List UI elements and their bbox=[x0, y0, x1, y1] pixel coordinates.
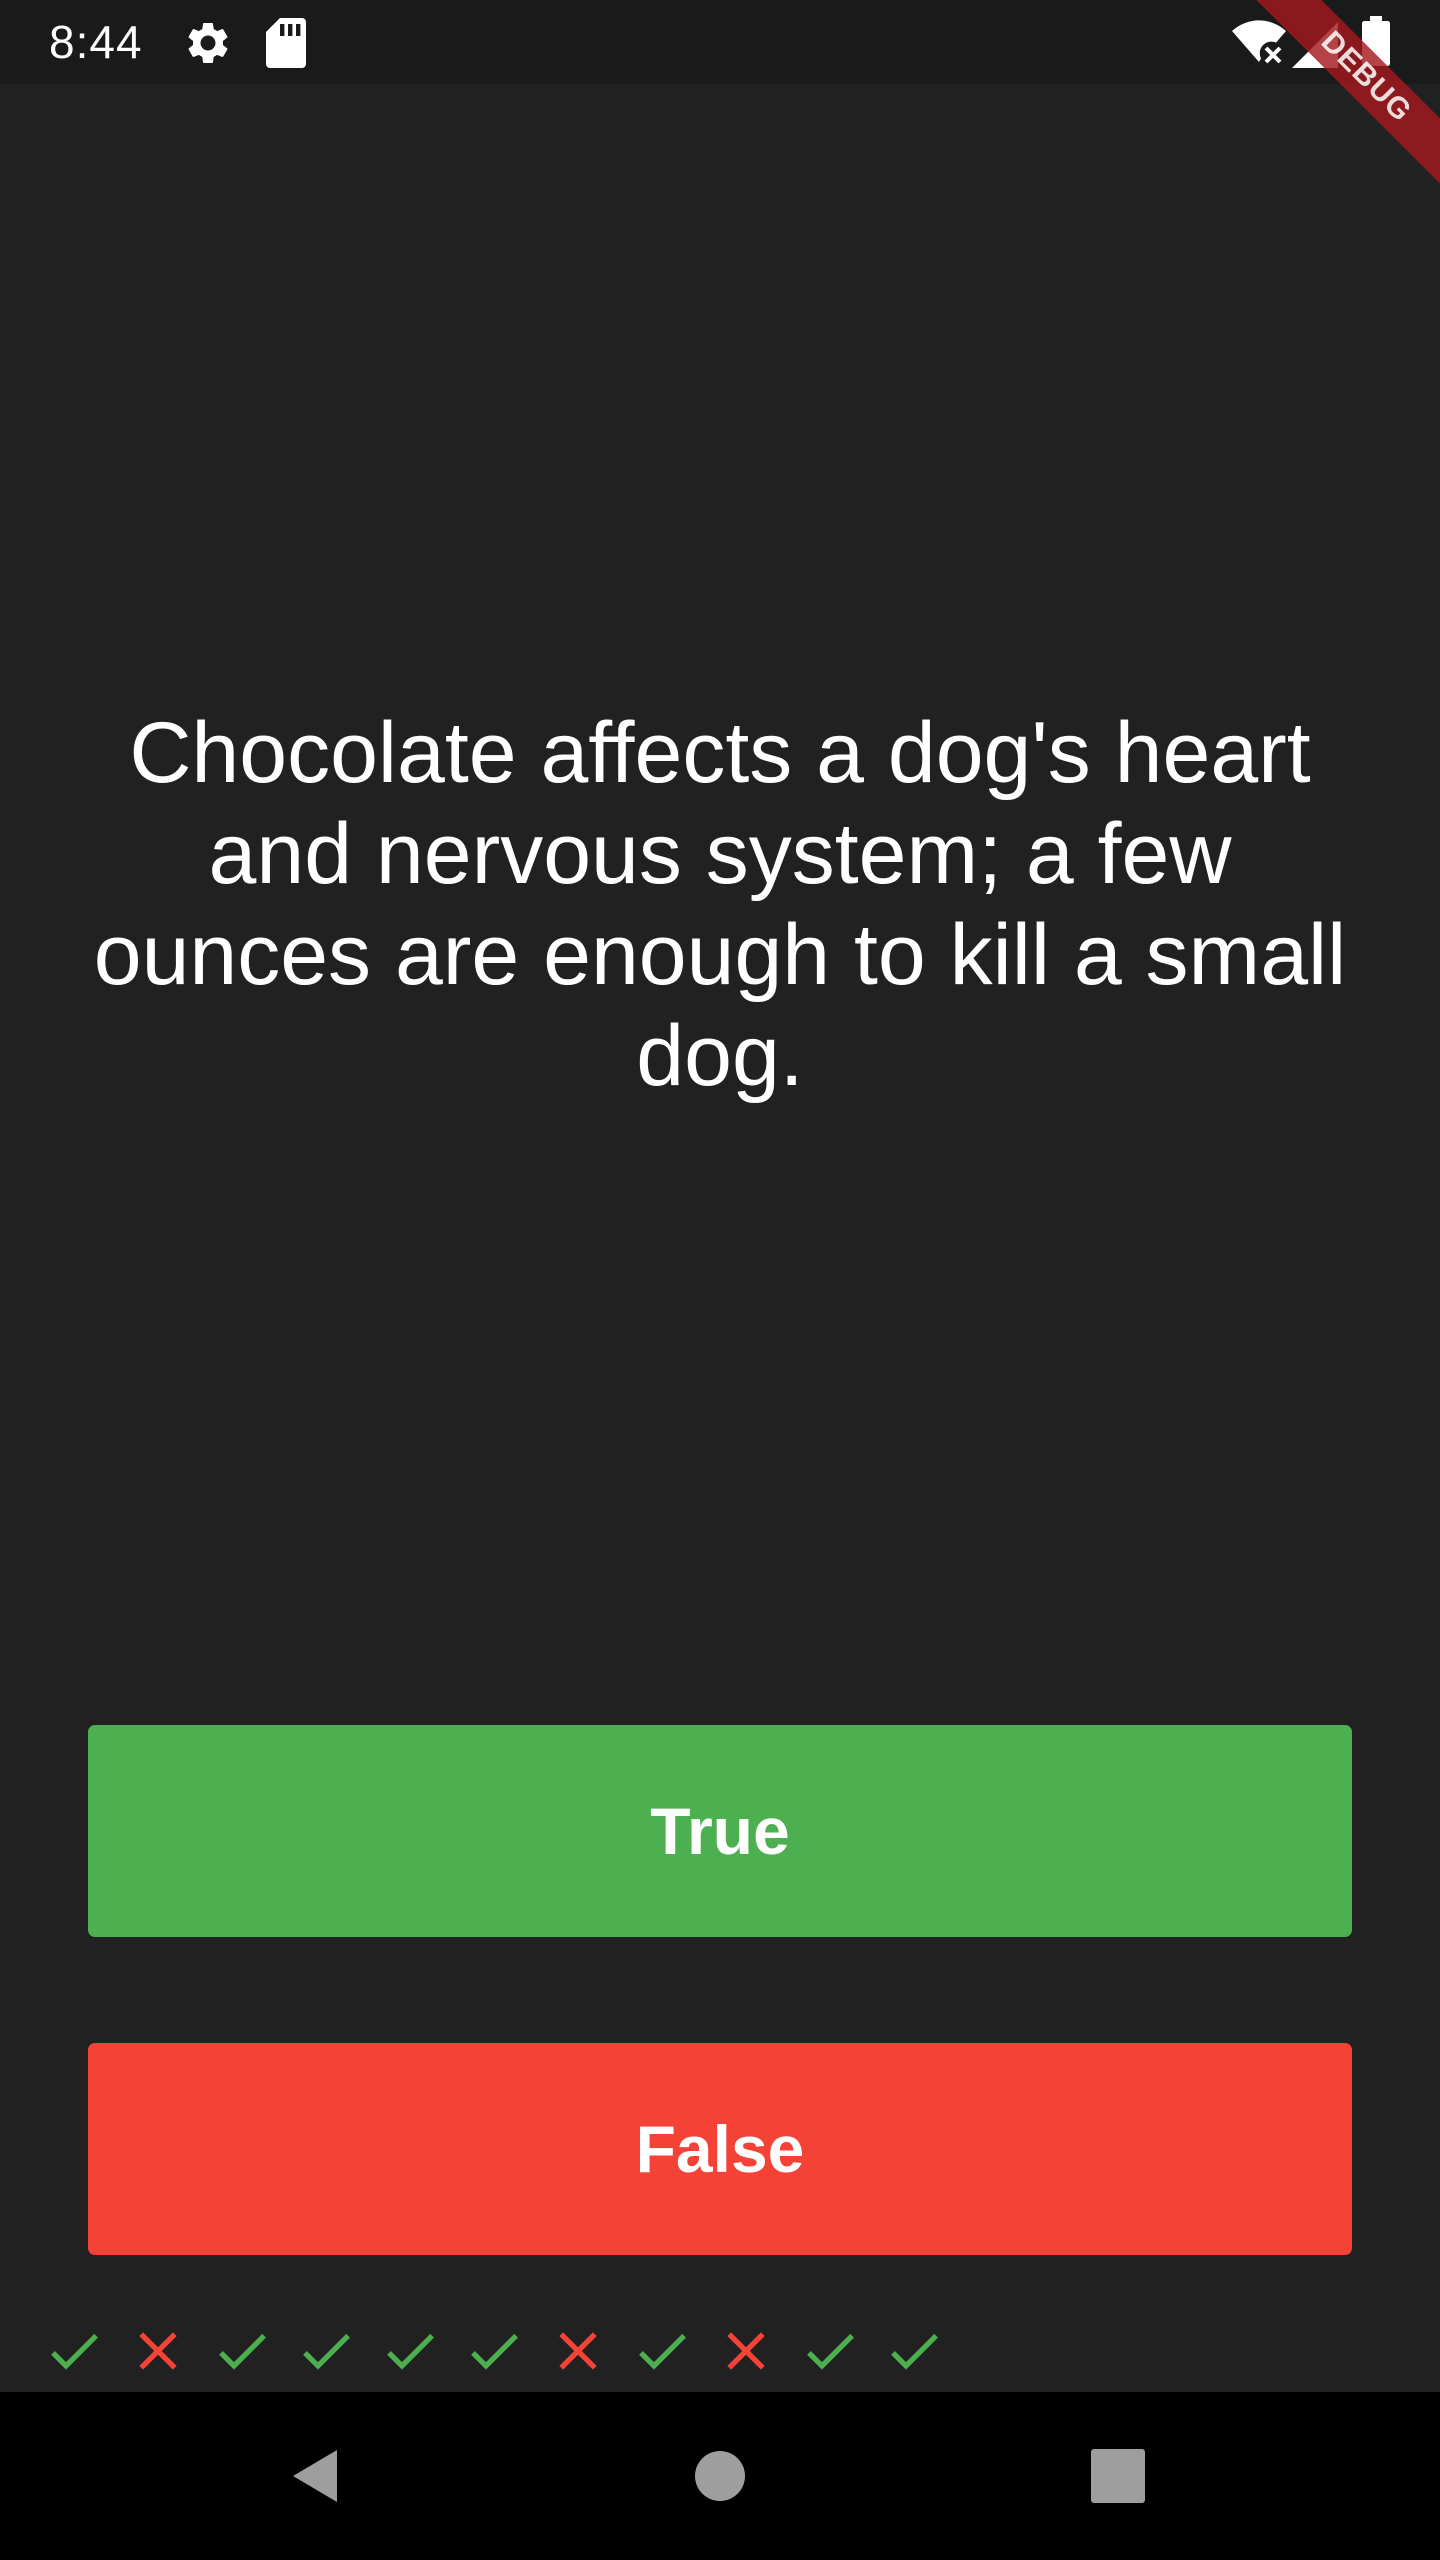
check-icon bbox=[303, 2333, 350, 2370]
home-icon[interactable] bbox=[680, 2436, 760, 2516]
close-icon bbox=[559, 2332, 597, 2370]
sd-card-icon bbox=[266, 18, 306, 68]
score-keeper bbox=[42, 2318, 946, 2384]
check-icon bbox=[891, 2333, 938, 2370]
gear-icon bbox=[188, 22, 228, 63]
false-button[interactable]: False bbox=[88, 2043, 1352, 2255]
question-text: Chocolate affects a dog's heart and nerv… bbox=[93, 704, 1347, 1104]
close-icon bbox=[727, 2332, 765, 2370]
battery-icon bbox=[1362, 16, 1390, 66]
check-icon bbox=[51, 2333, 98, 2370]
check-icon bbox=[219, 2333, 266, 2370]
status-bar: 8:44 bbox=[0, 0, 1440, 84]
true-button[interactable]: True bbox=[88, 1725, 1352, 1937]
back-icon[interactable] bbox=[279, 2436, 359, 2516]
check-icon bbox=[471, 2333, 518, 2370]
recents-icon[interactable] bbox=[1078, 2436, 1158, 2516]
navigation-bar bbox=[0, 2392, 1440, 2560]
check-icon bbox=[387, 2333, 434, 2370]
status-time: 8:44 bbox=[49, 16, 143, 68]
wifi-off-icon bbox=[1232, 20, 1286, 64]
signal-icon bbox=[1292, 22, 1338, 68]
close-icon bbox=[139, 2332, 177, 2370]
check-icon bbox=[639, 2333, 686, 2370]
question-area: Chocolate affects a dog's heart and nerv… bbox=[60, 84, 1380, 1725]
check-icon bbox=[807, 2333, 854, 2370]
